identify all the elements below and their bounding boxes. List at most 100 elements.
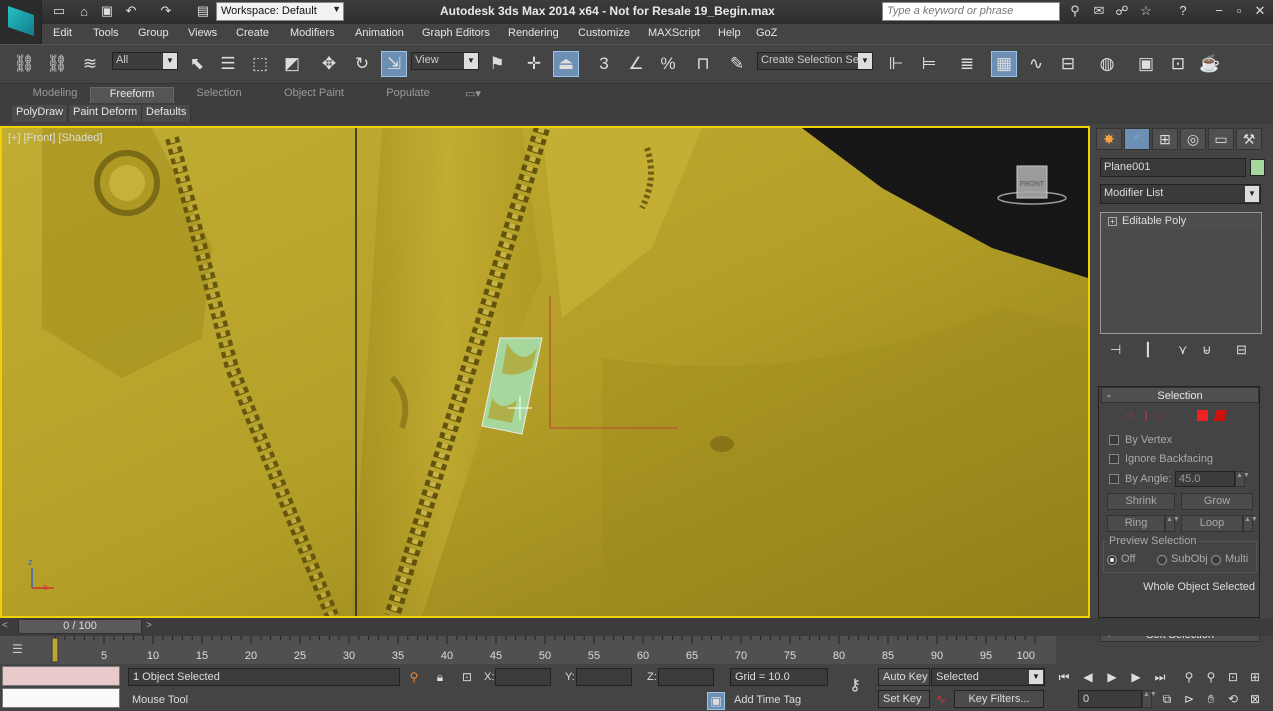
vertex-edge-border-icons[interactable]: ⁘⌇◌ [1125, 409, 1172, 423]
help-icon[interactable]: ? [1174, 3, 1192, 18]
maxscript-listener-pink[interactable] [2, 666, 120, 686]
remove-modifier-icon[interactable]: ⊌ [1202, 342, 1212, 358]
grow-button[interactable]: Grow [1181, 493, 1253, 510]
auto-key-button[interactable]: Auto Key [878, 668, 930, 686]
menu-graph-editors[interactable]: Graph Editors [422, 27, 490, 39]
zoom-icon[interactable]: ⚲ [1180, 668, 1198, 686]
mini-curve-editor-icon[interactable]: ☰ [12, 642, 23, 656]
time-next-icon[interactable]: > [146, 620, 152, 631]
object-name-field[interactable]: Plane001 [1100, 158, 1246, 177]
angle-input[interactable]: 45.0 [1175, 471, 1235, 487]
go-to-start-icon[interactable]: ⏮ [1055, 668, 1073, 686]
unlink-icon[interactable]: ⛓ [44, 51, 70, 77]
create-tab-icon[interactable]: ✸ [1096, 128, 1122, 150]
modifier-list-dropdown[interactable]: Modifier List ▼ [1100, 184, 1261, 204]
angle-snap-icon[interactable]: ∠ [623, 51, 649, 77]
maximize-icon[interactable]: ▫ [1230, 3, 1248, 18]
timeline-ruler[interactable]: 5 10 15 20 25 30 35 40 45 50 55 60 65 70 75 80 85 90 95 100 [48, 636, 1058, 664]
menu-maxscript[interactable]: MAXScript [648, 27, 700, 39]
loop-spinner[interactable]: ▲▼ [1243, 515, 1258, 532]
undo-icon[interactable]: ↶ [122, 2, 140, 20]
graphite-modeling-tools-icon[interactable]: ▦ [991, 51, 1017, 77]
menu-goz[interactable]: GoZ [756, 27, 777, 39]
object-color-swatch[interactable] [1250, 159, 1265, 176]
time-tag-icon[interactable]: ▣ [707, 692, 725, 710]
menu-rendering[interactable]: Rendering [508, 27, 559, 39]
open-file-icon[interactable]: ⌂ [75, 2, 93, 20]
ring-button[interactable]: Ring [1107, 515, 1165, 532]
subtab-paint-deform[interactable]: Paint Deform [69, 105, 143, 122]
by-angle-checkbox[interactable] [1109, 474, 1119, 484]
favorites-star-icon[interactable]: ☆ [1137, 3, 1155, 19]
menu-edit[interactable]: Edit [53, 27, 72, 39]
pan-view-icon[interactable]: ✋︎ [1202, 690, 1220, 708]
tab-object-paint[interactable]: Object Paint [270, 87, 358, 103]
viewport-label[interactable]: [+] [Front] [Shaded] [8, 132, 102, 144]
selection-lock-icon[interactable]: 🔒︎ [431, 668, 449, 686]
current-frame-input[interactable]: 0 [1078, 690, 1142, 708]
preview-subobj-radio[interactable] [1157, 555, 1167, 565]
select-manipulate-icon[interactable]: ✛ [521, 51, 547, 77]
pivot-center-icon[interactable]: ⚑ [484, 51, 510, 77]
layer-manager-icon[interactable]: ≣ [954, 51, 980, 77]
make-unique-icon[interactable]: ⋎ [1178, 342, 1188, 358]
stack-item-editable-poly[interactable]: + Editable Poly [1102, 214, 1260, 230]
set-key-button[interactable]: Set Key [878, 690, 930, 708]
spinner-snap-icon[interactable]: ⊓ [690, 51, 716, 77]
maximize-viewport-icon[interactable]: ⊠ [1246, 690, 1264, 708]
snaps-toggle-icon[interactable]: 3 [591, 51, 617, 77]
modify-tab-icon[interactable]: ◜ [1124, 128, 1150, 150]
menu-create[interactable]: Create [236, 27, 269, 39]
add-time-tag-button[interactable]: Add Time Tag [730, 692, 828, 710]
time-prev-icon[interactable]: < [2, 620, 8, 631]
minimize-icon[interactable]: − [1210, 3, 1228, 18]
subtab-defaults[interactable]: Defaults [142, 105, 192, 122]
time-cursor[interactable] [51, 637, 59, 663]
maxscript-listener-white[interactable] [2, 688, 120, 708]
orbit-icon[interactable]: ⟲ [1224, 690, 1242, 708]
render-production-icon[interactable]: ☕ [1197, 51, 1223, 77]
play-icon[interactable]: ▶︎ [1103, 668, 1121, 686]
save-file-icon[interactable]: ▣ [98, 2, 116, 20]
tab-modeling[interactable]: Modeling [22, 87, 88, 103]
project-folder-icon[interactable]: ▤ [194, 2, 212, 20]
search-input[interactable]: Type a keyword or phrase [882, 2, 1060, 21]
rotate-icon[interactable]: ↻ [349, 51, 375, 77]
rendered-frame-window-icon[interactable]: ⊡ [1165, 51, 1191, 77]
menu-animation[interactable]: Animation [355, 27, 404, 39]
hierarchy-tab-icon[interactable]: ⊞ [1152, 128, 1178, 150]
zoom-extents-all-icon[interactable]: ⊞ [1246, 668, 1264, 686]
schematic-view-icon[interactable]: ⊟ [1055, 51, 1081, 77]
rectangular-selection-icon[interactable]: ⬚ [247, 51, 273, 77]
element-icon[interactable] [1213, 410, 1228, 421]
reference-coordinate-dropdown[interactable]: View ▼ [411, 52, 479, 70]
move-icon[interactable]: ✥ [316, 51, 342, 77]
close-icon[interactable]: ✕ [1251, 3, 1269, 19]
selection-filter-dropdown[interactable]: All ▼ [112, 52, 178, 70]
edit-named-selection-icon[interactable]: ✎ [724, 51, 750, 77]
align-icon[interactable]: ⊨ [916, 51, 942, 77]
y-coordinate-input[interactable] [576, 668, 632, 686]
menu-customize[interactable]: Customize [578, 27, 630, 39]
ignore-backfacing-checkbox[interactable] [1109, 454, 1119, 464]
key-mode-dropdown[interactable]: Selected ▼ [931, 668, 1045, 686]
redo-icon[interactable]: ↷ [157, 2, 175, 20]
key-filters-button[interactable]: Key Filters... [954, 690, 1044, 708]
expand-plus-icon[interactable]: + [1108, 217, 1117, 226]
render-setup-icon[interactable]: ▣ [1133, 51, 1159, 77]
new-file-icon[interactable]: ▭ [50, 2, 68, 20]
scale-icon[interactable]: ⇲ [381, 51, 407, 77]
material-editor-icon[interactable]: ◍ [1094, 51, 1120, 77]
collapse-minus-icon[interactable]: - [1107, 388, 1111, 404]
select-by-name-icon[interactable]: ☰ [215, 51, 241, 77]
viewport-front[interactable]: FRONT z x [+] [Front] [Shaded] [0, 126, 1090, 618]
z-coordinate-input[interactable] [658, 668, 714, 686]
x-coordinate-input[interactable] [495, 668, 551, 686]
tab-selection[interactable]: Selection [180, 87, 258, 103]
curve-editor-icon[interactable]: ∿ [1023, 51, 1049, 77]
preview-multi-radio[interactable] [1211, 555, 1221, 565]
percent-snap-icon[interactable]: % [655, 51, 681, 77]
time-configuration-icon[interactable]: ⧉ [1158, 690, 1176, 708]
menu-modifiers[interactable]: Modifiers [290, 27, 335, 39]
preview-off-radio[interactable] [1107, 555, 1117, 565]
